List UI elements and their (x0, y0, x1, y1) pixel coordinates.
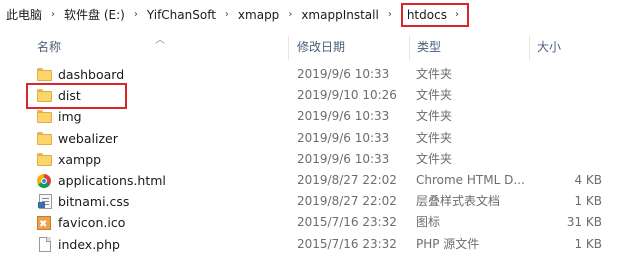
breadcrumb-xmapp[interactable]: xmapp (236, 4, 281, 26)
chevron-right-icon[interactable]: › (127, 4, 145, 26)
breadcrumb-drive-e[interactable]: 软件盘 (E:) (62, 4, 127, 26)
list-item[interactable]: applications.html 2019/8/27 22:02 Chrome… (0, 170, 643, 191)
chevron-right-icon[interactable]: › (44, 4, 62, 26)
file-size: 4 KB (574, 172, 602, 187)
breadcrumb-this-pc[interactable]: 此电脑 (0, 4, 44, 26)
file-date: 2019/9/10 10:26 (297, 88, 397, 103)
file-date: 2019/8/27 22:02 (297, 172, 397, 187)
folder-icon (37, 88, 53, 103)
column-header-size[interactable]: 大小 (537, 30, 561, 60)
file-size: 1 KB (574, 236, 602, 251)
column-header-row: ︿ 名称 修改日期 类型 大小 (0, 30, 643, 60)
list-item[interactable]: dashboard 2019/9/6 10:33 文件夹 (0, 64, 643, 85)
file-name: favicon.ico (58, 215, 126, 231)
column-divider[interactable] (409, 36, 410, 60)
file-type: Chrome HTML D... (416, 172, 525, 187)
file-date: 2019/8/27 22:02 (297, 194, 397, 209)
file-name: dashboard (58, 67, 125, 82)
file-size: 31 KB (566, 215, 602, 230)
list-item[interactable]: index.php 2015/7/16 23:32 PHP 源文件 1 KB (0, 234, 643, 255)
folder-icon (37, 131, 53, 146)
file-date: 2019/9/6 10:33 (297, 130, 390, 145)
file-size: 1 KB (574, 194, 602, 209)
chevron-right-icon[interactable]: › (381, 4, 399, 26)
list-item[interactable]: favicon.ico 2015/7/16 23:32 图标 31 KB (0, 212, 643, 235)
file-name: bitnami.css (58, 194, 130, 210)
folder-icon (37, 67, 53, 82)
breadcrumb: 此电脑 › 软件盘 (E:) › YifChanSoft › xmapp › x… (0, 0, 643, 31)
folder-icon (37, 152, 53, 167)
list-item[interactable]: img 2019/9/6 10:33 文件夹 (0, 106, 643, 127)
file-list: dashboard 2019/9/6 10:33 文件夹 dist 2019/9… (0, 64, 643, 255)
file-type: 层叠样式表文档 (416, 194, 501, 209)
breadcrumb-xmappinstall[interactable]: xmappInstall (299, 4, 381, 26)
list-item[interactable]: dist 2019/9/10 10:26 文件夹 (0, 83, 643, 110)
file-type: PHP 源文件 (416, 236, 480, 251)
file-type: 文件夹 (416, 67, 453, 81)
chevron-right-icon[interactable]: › (451, 4, 463, 26)
file-type: 文件夹 (416, 88, 453, 103)
file-date: 2015/7/16 23:32 (297, 215, 397, 230)
breadcrumb-htdocs[interactable]: htdocs (407, 5, 447, 25)
file-name: applications.html (58, 172, 166, 188)
ico-file-icon (37, 214, 51, 235)
file-name: index.php (58, 236, 120, 252)
file-type: 文件夹 (416, 109, 453, 124)
file-date: 2019/9/6 10:33 (297, 151, 390, 166)
file-type: 文件夹 (416, 151, 453, 166)
file-name: img (58, 109, 82, 125)
file-date: 2019/9/6 10:33 (297, 109, 390, 124)
list-item[interactable]: webalizer 2019/9/6 10:33 文件夹 (0, 128, 643, 149)
file-date: 2019/9/6 10:33 (297, 67, 390, 81)
column-header-date[interactable]: 修改日期 (297, 30, 345, 60)
file-name: xampp (58, 151, 102, 167)
column-divider[interactable] (288, 36, 289, 60)
column-divider[interactable] (529, 36, 530, 60)
column-header-name[interactable]: 名称 (37, 30, 61, 60)
list-item[interactable]: bitnami.css 2019/8/27 22:02 层叠样式表文档 1 KB (0, 191, 643, 212)
css-file-icon (38, 194, 52, 210)
file-date: 2015/7/16 23:32 (297, 236, 397, 251)
chevron-right-icon[interactable]: › (281, 4, 299, 26)
php-file-icon (39, 236, 51, 252)
chrome-icon (37, 173, 51, 188)
file-name: dist (58, 88, 81, 104)
sort-ascending-icon: ︿ (155, 35, 165, 46)
list-item[interactable]: xampp 2019/9/6 10:33 文件夹 (0, 149, 643, 170)
chevron-right-icon[interactable]: › (218, 4, 236, 26)
breadcrumb-yifchansoft[interactable]: YifChanSoft (145, 4, 218, 26)
column-header-type[interactable]: 类型 (417, 30, 441, 60)
breadcrumb-current-highlight[interactable]: htdocs › (400, 3, 469, 27)
file-name: webalizer (58, 130, 118, 146)
file-type: 文件夹 (416, 130, 453, 145)
folder-icon (37, 109, 53, 124)
file-type: 图标 (416, 215, 441, 230)
